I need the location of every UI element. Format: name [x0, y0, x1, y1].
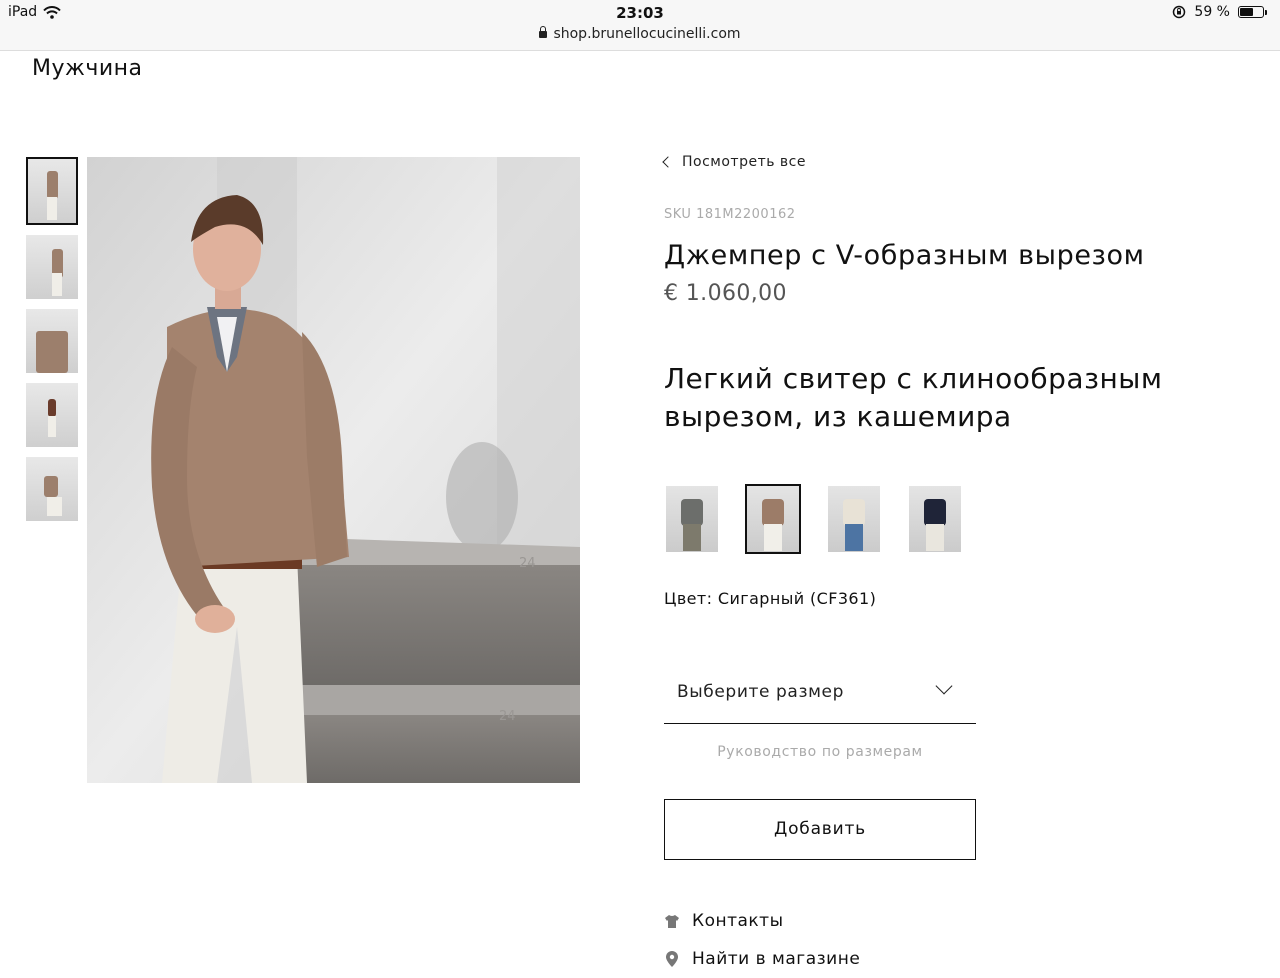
info-links: Контакты Найти в магазине — [664, 902, 860, 978]
main-product-image[interactable]: 24 24 — [87, 157, 580, 783]
size-guide-link[interactable]: Руководство по размерам — [664, 744, 976, 760]
model-photo: 24 24 — [87, 157, 580, 783]
battery-percent: 59 % — [1194, 4, 1230, 20]
product-description: Легкий свитер с клинообразным вырезом, и… — [664, 362, 1163, 433]
thumbnail-list — [26, 157, 80, 531]
location-pin-icon — [666, 951, 678, 967]
tshirt-icon — [665, 914, 679, 928]
clock: 23:03 — [616, 4, 664, 22]
sku-label: SKU 181M2200162 — [664, 207, 796, 222]
color-label: Цвет: Сигарный (CF361) — [664, 589, 877, 608]
thumbnail-3[interactable] — [26, 309, 78, 373]
lock-icon — [539, 25, 548, 38]
thumbnail-1[interactable] — [26, 157, 78, 225]
color-swatches — [666, 484, 990, 554]
add-to-cart-button[interactable]: Добавить — [664, 799, 976, 860]
rotation-lock-icon — [1173, 5, 1186, 19]
url-text: shop.brunellocucinelli.com — [553, 26, 741, 42]
view-all-link[interactable]: Посмотреть все — [662, 154, 806, 170]
section-title[interactable]: Мужчина — [32, 56, 142, 81]
svg-text:24: 24 — [519, 556, 536, 571]
url-bar[interactable]: shop.brunellocucinelli.com — [0, 24, 1280, 51]
size-select[interactable]: Выберите размер — [664, 670, 976, 724]
size-select-label: Выберите размер — [677, 682, 844, 702]
svg-text:24: 24 — [499, 709, 516, 724]
chevron-left-icon — [662, 156, 674, 168]
find-store-label: Найти в магазине — [692, 949, 861, 969]
color-swatch-2[interactable] — [745, 484, 801, 554]
color-swatch-1[interactable] — [666, 486, 718, 552]
status-right: 59 % — [1172, 4, 1267, 20]
contacts-label: Контакты — [692, 911, 784, 931]
chevron-down-icon — [935, 677, 953, 695]
product-title: Джемпер с V-образным вырезом — [664, 240, 1145, 271]
battery-icon — [1238, 6, 1267, 18]
find-store-link[interactable]: Найти в магазине — [664, 940, 860, 978]
color-swatch-3[interactable] — [828, 486, 880, 552]
product-price: € 1.060,00 — [664, 281, 787, 306]
contacts-link[interactable]: Контакты — [664, 902, 860, 940]
view-all-label: Посмотреть все — [682, 154, 806, 170]
thumbnail-5[interactable] — [26, 457, 78, 521]
color-swatch-4[interactable] — [909, 486, 961, 552]
status-bar: iPad 23:03 59 % — [0, 0, 1280, 24]
thumbnail-2[interactable] — [26, 235, 78, 299]
thumbnail-4[interactable] — [26, 383, 78, 447]
